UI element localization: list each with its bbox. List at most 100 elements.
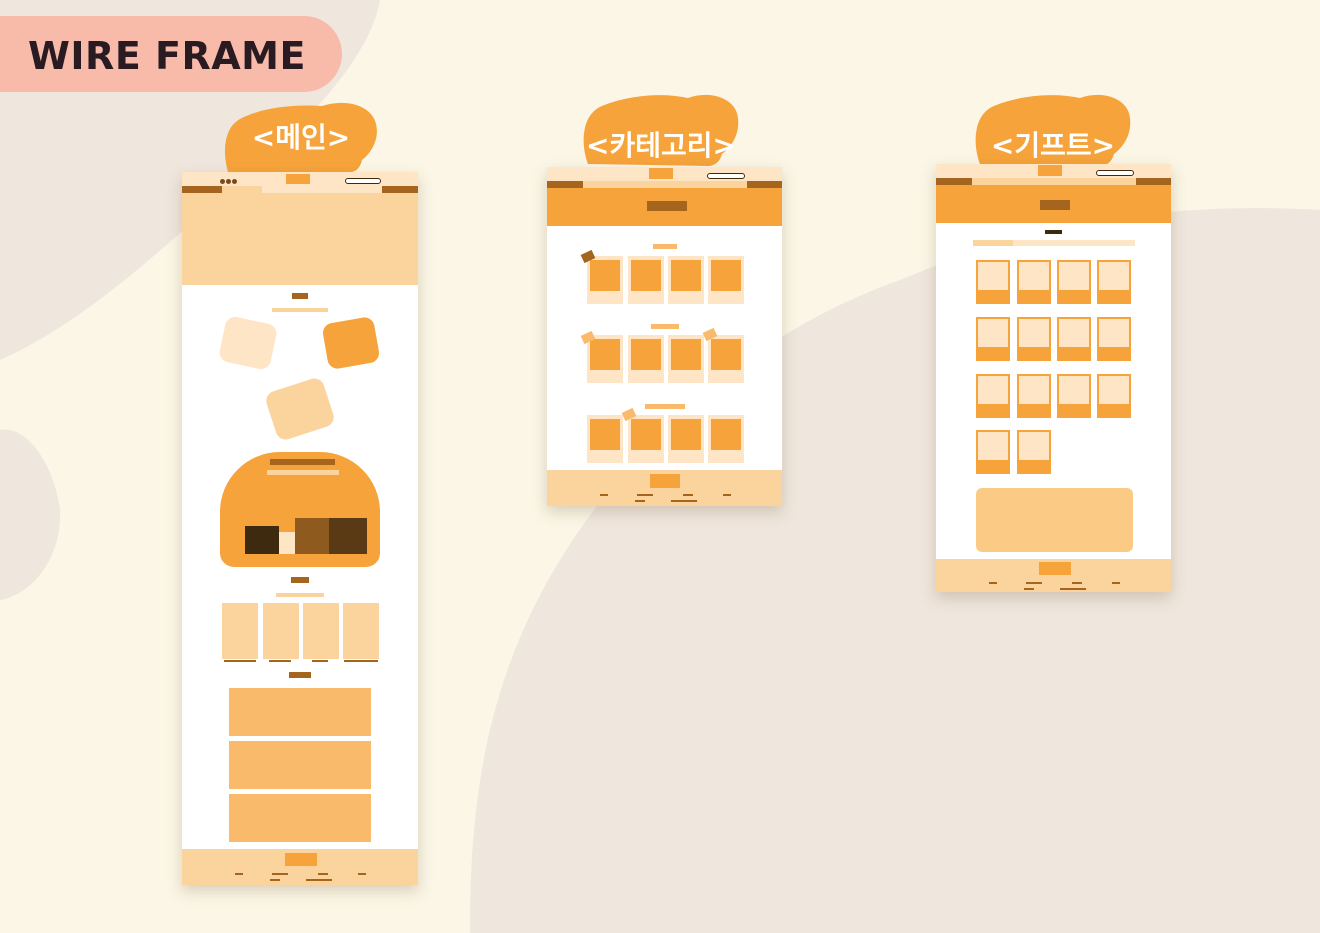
footer-link[interactable] (272, 873, 288, 875)
section-underline (276, 593, 324, 597)
product-caption (269, 660, 291, 662)
tab-gift[interactable]: <기프트> (972, 88, 1134, 170)
page-title: WIRE FRAME (28, 34, 306, 78)
category-card-image (631, 339, 661, 370)
gift-card-band (1019, 347, 1049, 359)
nav-tabs-strip (972, 178, 1136, 185)
gift-card-band (1019, 404, 1049, 416)
tab-main-label: <메인> (251, 121, 351, 154)
gift-card-band (1099, 404, 1129, 416)
section-title (289, 672, 311, 678)
wireframe-category (547, 167, 782, 506)
gift-card-band (1099, 347, 1129, 359)
window-dots-icon (220, 179, 237, 185)
product-card[interactable] (222, 603, 258, 659)
section-title (651, 324, 679, 329)
swatch-block (279, 532, 295, 554)
floating-card (321, 315, 381, 371)
footer-link[interactable] (235, 873, 243, 875)
section-title (292, 293, 308, 299)
wireframe-main (182, 172, 418, 885)
product-card[interactable] (343, 603, 379, 659)
footer-text (1060, 588, 1086, 590)
footer-logo (650, 474, 680, 488)
product-card[interactable] (263, 603, 299, 659)
section-title (291, 577, 309, 583)
search-bar-icon[interactable] (1096, 170, 1134, 176)
product-card[interactable] (303, 603, 339, 659)
tab-gift-label: <기프트> (990, 129, 1116, 162)
section-title (1045, 230, 1062, 234)
gift-card-band (978, 347, 1008, 359)
tab-category[interactable]: <카테고리> (580, 88, 742, 170)
floating-card (217, 315, 279, 371)
footer-link[interactable] (358, 873, 366, 875)
footer-link[interactable] (1072, 582, 1082, 584)
product-caption (344, 660, 378, 662)
content-block (229, 741, 371, 789)
footer-link[interactable] (600, 494, 608, 496)
swatch-block (295, 518, 329, 554)
category-card-image (711, 419, 741, 450)
category-card-image (590, 339, 620, 370)
footer-text (1024, 588, 1034, 590)
footer-link[interactable] (723, 494, 731, 496)
content-block (229, 688, 371, 736)
category-card-image (671, 260, 701, 291)
footer-link[interactable] (318, 873, 328, 875)
product-caption (312, 660, 328, 662)
promo-banner (976, 488, 1133, 552)
footer-text (306, 879, 332, 881)
footer-link[interactable] (1026, 582, 1042, 584)
header-title-block (1040, 200, 1070, 210)
gift-card-band (1019, 290, 1049, 302)
gift-card-band (1059, 404, 1089, 416)
nav-tabs-strip (262, 186, 382, 193)
gift-card-band (1059, 347, 1089, 359)
floating-card (263, 375, 337, 443)
category-card-image (631, 419, 661, 450)
footer-text (635, 500, 645, 502)
product-caption (224, 660, 256, 662)
logo-block (1038, 165, 1062, 176)
footer-link[interactable] (989, 582, 997, 584)
category-card-image (590, 419, 620, 450)
nav-tab-active[interactable] (222, 186, 262, 193)
search-bar-icon[interactable] (707, 173, 745, 179)
filter-tab-active[interactable] (973, 240, 1013, 246)
category-card-image (711, 339, 741, 370)
swatch-block (245, 526, 279, 554)
content-block (229, 794, 371, 842)
logo-block (649, 168, 673, 179)
section-title (645, 404, 685, 409)
gift-card-band (1019, 460, 1049, 472)
footer-logo (1039, 562, 1071, 575)
search-bar-icon[interactable] (345, 178, 381, 184)
category-card-image (590, 260, 620, 291)
logo-block (286, 174, 310, 184)
gift-card-band (978, 460, 1008, 472)
section-underline (272, 308, 328, 312)
hero-banner (182, 193, 418, 285)
left-blob (0, 429, 61, 600)
dome-subtitle (267, 470, 339, 475)
tab-main[interactable]: <메인> (222, 96, 380, 176)
header-title-block (647, 201, 687, 211)
category-card-image (671, 339, 701, 370)
nav-tabs-strip (583, 181, 747, 188)
gift-card-band (1099, 290, 1129, 302)
dome-title (270, 459, 335, 465)
gift-card-band (1059, 290, 1089, 302)
section-title (653, 244, 677, 249)
category-card-image (671, 419, 701, 450)
gift-card-band (978, 404, 1008, 416)
footer-link[interactable] (1112, 582, 1120, 584)
tab-category-label: <카테고리> (586, 129, 736, 162)
gift-card-band (978, 290, 1008, 302)
category-card-image (711, 260, 741, 291)
wireframe-gift (936, 164, 1171, 592)
footer-link[interactable] (683, 494, 693, 496)
footer-link[interactable] (637, 494, 653, 496)
category-card-image (631, 260, 661, 291)
footer-logo (285, 853, 317, 866)
